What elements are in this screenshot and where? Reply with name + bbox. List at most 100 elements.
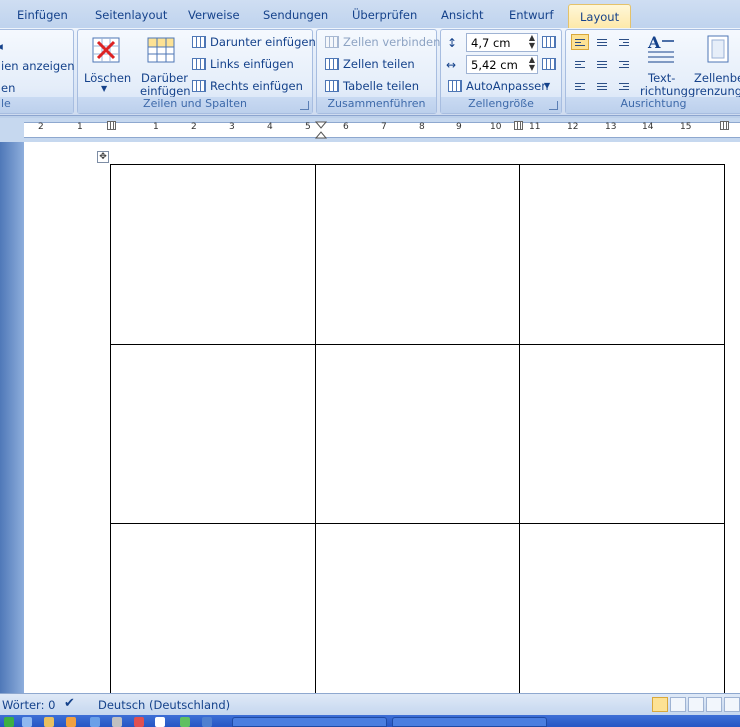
start-button-icon[interactable] [4, 717, 14, 727]
zellen-teilen-button[interactable]: Zellen teilen [343, 57, 415, 71]
tab-entwurf[interactable]: Entwurf [509, 8, 554, 22]
group-label-zusammenfuehren: Zusammenführen [317, 97, 436, 113]
table-cell[interactable] [314, 164, 521, 345]
group-ausrichtung: A Text- richtung Zellenbe- grenzunge Aus… [565, 29, 740, 114]
distribute-rows-icon[interactable] [542, 36, 556, 48]
quicklaunch-icon[interactable] [202, 717, 212, 727]
darueber-label-2: einfügen [140, 84, 191, 98]
darueber-einfuegen-button[interactable]: Darüber einfügen [135, 34, 191, 98]
tab-ueberpruefen[interactable]: Überprüfen [352, 8, 417, 22]
eigenschaften-button[interactable]: en [1, 81, 15, 95]
print-layout-view-icon[interactable] [652, 697, 668, 712]
darunter-einfuegen-button[interactable]: Darunter einfügen [210, 35, 316, 49]
quicklaunch-icon[interactable] [22, 717, 32, 727]
row-height-spinner[interactable]: 4,7 cm ▲ ▼ [466, 33, 538, 52]
ruler-number: 11 [529, 122, 541, 132]
quicklaunch-icon[interactable] [155, 717, 165, 727]
outline-view-icon[interactable] [706, 697, 722, 712]
ruler-number: 1 [153, 122, 159, 132]
table-cell[interactable] [110, 523, 316, 704]
gitternetz-anzeigen-button[interactable]: ien anzeigen [1, 59, 75, 73]
web-layout-view-icon[interactable] [688, 697, 704, 712]
loeschen-button[interactable]: Löschen ▼ [81, 34, 131, 96]
table-cell[interactable] [314, 523, 521, 704]
zellen-verbinden-button[interactable]: Zellen verbinden [343, 35, 440, 49]
spinner-arrows-icon[interactable]: ▲ ▼ [529, 56, 535, 72]
ruler-number: 15 [680, 122, 692, 132]
tab-seitenlayout[interactable]: Seitenlayout [95, 8, 167, 22]
document-page[interactable]: ✥ [24, 142, 740, 704]
ruler-number: 3 [229, 122, 235, 132]
textrichtung-button[interactable]: A Text- richtung [638, 32, 688, 98]
tab-verweise[interactable]: Verweise [188, 8, 240, 22]
distribute-columns-icon[interactable] [542, 58, 556, 70]
align-middle-left-button[interactable] [571, 56, 589, 72]
tab-sendungen[interactable]: Sendungen [263, 8, 328, 22]
spelling-check-icon[interactable]: ✔ [64, 696, 75, 711]
insert-above-icon [147, 37, 175, 63]
ruler-number: 14 [642, 122, 654, 132]
horizontal-ruler[interactable]: 2 1 1 2 3 4 5 6 7 8 9 10 11 12 13 14 15 [0, 118, 740, 142]
column-marker-icon[interactable] [720, 121, 729, 130]
full-screen-reading-view-icon[interactable] [670, 697, 686, 712]
group-label-tabelle: le [0, 97, 73, 113]
table-cell[interactable] [110, 343, 316, 525]
status-bar: Wörter: 0 ✔ Deutsch (Deutschland) [0, 693, 740, 715]
quicklaunch-icon[interactable] [90, 717, 100, 727]
align-middle-right-button[interactable] [615, 56, 633, 72]
cell-margins-icon [707, 35, 729, 63]
dialog-launcher-icon[interactable] [300, 101, 309, 110]
table-cell[interactable] [519, 523, 725, 704]
group-zellengroesse: ↕ 4,7 cm ▲ ▼ ↔ 5,42 cm ▲ ▼ AutoAnpassen ▼ … [440, 29, 562, 114]
row-height-value: 4,7 cm [471, 36, 511, 50]
align-middle-center-button[interactable] [593, 56, 611, 72]
spinner-arrows-icon[interactable]: ▲ ▼ [529, 34, 535, 50]
align-bottom-left-button[interactable] [571, 78, 589, 94]
table-cell[interactable] [314, 343, 521, 525]
column-width-spinner[interactable]: 5,42 cm ▲ ▼ [466, 55, 538, 74]
quicklaunch-icon[interactable] [180, 717, 190, 727]
ruler-number: 2 [191, 122, 197, 132]
tab-ansicht[interactable]: Ansicht [441, 8, 483, 22]
group-label-ausrichtung: Ausrichtung [566, 97, 740, 113]
table-row [110, 523, 725, 704]
align-top-left-button[interactable] [571, 34, 589, 50]
align-top-center-button[interactable] [593, 34, 611, 50]
chevron-down-icon: ▼ [101, 84, 108, 93]
links-einfuegen-button[interactable]: Links einfügen [210, 57, 294, 71]
quicklaunch-icon[interactable] [112, 717, 122, 727]
tab-layout[interactable]: Layout [568, 4, 632, 29]
tab-einfuegen[interactable]: Einfügen [17, 8, 68, 22]
quicklaunch-icon[interactable] [134, 717, 144, 727]
word-count[interactable]: Wörter: 0 [2, 698, 55, 712]
quicklaunch-icon[interactable] [66, 717, 76, 727]
ruler-number: 9 [456, 122, 462, 132]
quicklaunch-icon[interactable] [44, 717, 54, 727]
table-move-handle-icon[interactable]: ✥ [97, 151, 109, 163]
column-marker-icon[interactable] [314, 121, 328, 139]
table-cell[interactable] [110, 164, 316, 345]
tabelle-teilen-button[interactable]: Tabelle teilen [343, 79, 419, 93]
align-bottom-center-button[interactable] [593, 78, 611, 94]
align-top-right-button[interactable] [615, 34, 633, 50]
ruler-number: 10 [490, 122, 502, 132]
dialog-launcher-icon[interactable] [549, 101, 558, 110]
taskbar-window-button[interactable] [392, 717, 547, 727]
table-cell[interactable] [519, 343, 725, 525]
taskbar-window-button[interactable] [232, 717, 387, 727]
language-indicator[interactable]: Deutsch (Deutschland) [98, 698, 230, 712]
group-tabelle: ◂ ien anzeigen en le [0, 29, 75, 114]
table-row [110, 164, 725, 345]
align-bottom-right-button[interactable] [615, 78, 633, 94]
draft-view-icon[interactable] [724, 697, 740, 712]
table-cell[interactable] [519, 164, 725, 345]
ruler-number: 1 [77, 122, 83, 132]
ruler-number: 8 [419, 122, 425, 132]
column-marker-icon[interactable] [514, 121, 523, 130]
column-marker-icon[interactable] [107, 121, 116, 130]
zellenbegrenzung-button[interactable]: Zellenbe- grenzunge [686, 32, 740, 98]
autoanpassen-button[interactable]: AutoAnpassen [466, 79, 549, 93]
rechts-einfuegen-button[interactable]: Rechts einfügen [210, 79, 303, 93]
document-table[interactable] [110, 164, 725, 704]
ruler-number: 7 [381, 122, 387, 132]
